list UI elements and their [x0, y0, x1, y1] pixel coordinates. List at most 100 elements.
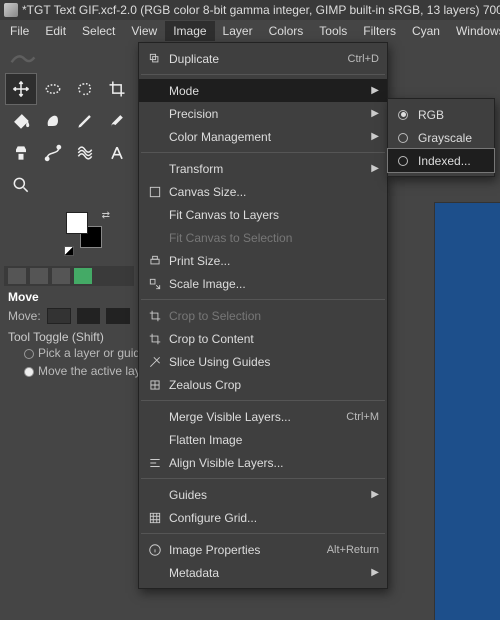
- menu-item-duplicate[interactable]: DuplicateCtrl+D: [139, 47, 387, 70]
- menu-item-metadata[interactable]: Metadata▶: [139, 561, 387, 584]
- menu-separator: [141, 74, 385, 75]
- tool-ellipse-select[interactable]: [38, 74, 68, 104]
- menu-item-precision[interactable]: Precision▶: [139, 102, 387, 125]
- tool-clone[interactable]: [6, 138, 36, 168]
- tool-options-title: Move: [4, 286, 134, 306]
- menu-colors[interactable]: Colors: [261, 21, 312, 41]
- submenu-mode[interactable]: RGBGrayscaleIndexed...: [387, 98, 495, 177]
- crop-icon: [145, 332, 165, 346]
- shortcut: Alt+Return: [327, 544, 379, 556]
- menu-windows[interactable]: Windows: [448, 21, 500, 41]
- crop-icon: [145, 309, 165, 323]
- tool-warp[interactable]: [70, 138, 100, 168]
- menu-item-zealous-crop[interactable]: Zealous Crop: [139, 373, 387, 396]
- menu-cyan[interactable]: Cyan: [404, 21, 448, 41]
- swap-colors-icon[interactable]: ⇄: [102, 210, 110, 221]
- app-icon: [4, 3, 18, 17]
- submenu-arrow-icon: ▶: [367, 85, 379, 96]
- tool-text[interactable]: [102, 138, 132, 168]
- menu-item-slice-using-guides[interactable]: Slice Using Guides: [139, 350, 387, 373]
- menu-item-guides[interactable]: Guides▶: [139, 483, 387, 506]
- move-target-path[interactable]: [106, 308, 130, 324]
- menu-layer[interactable]: Layer: [215, 21, 261, 41]
- menu-file[interactable]: File: [2, 21, 37, 41]
- scale-icon: [145, 277, 165, 291]
- tool-grid: [4, 74, 134, 200]
- menu-tools[interactable]: Tools: [311, 21, 355, 41]
- tool-options-mode-row: Move:: [4, 306, 134, 326]
- menu-item-canvas-size[interactable]: Canvas Size...: [139, 180, 387, 203]
- menu-item-flatten-image[interactable]: Flatten Image: [139, 428, 387, 451]
- info-icon: [145, 543, 165, 557]
- tool-paths[interactable]: [38, 138, 68, 168]
- move-label: Move:: [8, 309, 41, 323]
- menu-item-scale-image[interactable]: Scale Image...: [139, 272, 387, 295]
- menu-item-crop-to-selection: Crop to Selection: [139, 304, 387, 327]
- mode-option-indexed[interactable]: Indexed...: [388, 149, 494, 172]
- dock-tabs[interactable]: [4, 266, 134, 286]
- menu-separator: [141, 299, 385, 300]
- tool-bucket-fill[interactable]: [6, 106, 36, 136]
- menu-item-print-size[interactable]: Print Size...: [139, 249, 387, 272]
- canvas-icon: [145, 185, 165, 199]
- submenu-arrow-icon: ▶: [367, 131, 379, 142]
- radio-icon: [394, 110, 414, 120]
- zealous-icon: [145, 378, 165, 392]
- tool-toggle-label: Tool Toggle (Shift): [4, 326, 134, 344]
- dock-tab-3[interactable]: [52, 268, 70, 284]
- tool-free-select[interactable]: [70, 74, 100, 104]
- tool-paintbrush[interactable]: [102, 106, 132, 136]
- menu-item-crop-to-content[interactable]: Crop to Content: [139, 327, 387, 350]
- slice-icon: [145, 355, 165, 369]
- menu-item-configure-grid[interactable]: Configure Grid...: [139, 506, 387, 529]
- default-colors-icon[interactable]: [64, 246, 74, 256]
- tool-pencil[interactable]: [70, 106, 100, 136]
- menu-separator: [141, 478, 385, 479]
- tool-smudge[interactable]: [38, 106, 68, 136]
- title-bar: *TGT Text GIF.xcf-2.0 (RGB color 8-bit g…: [0, 0, 500, 20]
- menu-item-merge-visible-layers[interactable]: Merge Visible Layers...Ctrl+M: [139, 405, 387, 428]
- shortcut: Ctrl+D: [348, 53, 379, 65]
- menu-image[interactable]: Image: [165, 21, 214, 41]
- radio-pick-layer[interactable]: Pick a layer or guide: [4, 344, 134, 362]
- tool-crop[interactable]: [102, 74, 132, 104]
- image-canvas[interactable]: [434, 202, 500, 620]
- submenu-arrow-icon: ▶: [367, 108, 379, 119]
- move-target-layer[interactable]: [47, 308, 71, 324]
- menu-item-align-visible-layers[interactable]: Align Visible Layers...: [139, 451, 387, 474]
- dock-tab-1[interactable]: [8, 268, 26, 284]
- dock-tab-2[interactable]: [30, 268, 48, 284]
- color-swatches[interactable]: ⇄: [66, 212, 108, 254]
- duplicate-icon: [145, 52, 165, 66]
- menu-item-transform[interactable]: Transform▶: [139, 157, 387, 180]
- menu-item-fit-canvas-to-layers[interactable]: Fit Canvas to Layers: [139, 203, 387, 226]
- dock-tab-4[interactable]: [74, 268, 92, 284]
- submenu-arrow-icon: ▶: [367, 489, 379, 500]
- radio-move-active[interactable]: Move the active layer: [4, 362, 134, 380]
- grid-icon: [145, 511, 165, 525]
- gimp-logo: [4, 48, 134, 74]
- menu-view[interactable]: View: [123, 21, 165, 41]
- menu-separator: [141, 152, 385, 153]
- menu-image[interactable]: DuplicateCtrl+D Mode▶Precision▶Color Mana…: [138, 42, 388, 589]
- radio-icon: [394, 156, 414, 166]
- radio-icon: [394, 133, 414, 143]
- toolbox-panel: ⇄ Move Move: Tool Toggle (Shift) Pick a …: [0, 42, 138, 620]
- menu-separator: [141, 533, 385, 534]
- shortcut: Ctrl+M: [346, 411, 379, 423]
- menu-item-image-properties[interactable]: Image PropertiesAlt+Return: [139, 538, 387, 561]
- fg-color[interactable]: [66, 212, 88, 234]
- menu-filters[interactable]: Filters: [355, 21, 404, 41]
- move-target-selection[interactable]: [77, 308, 101, 324]
- menu-item-mode[interactable]: Mode▶: [139, 79, 387, 102]
- menu-edit[interactable]: Edit: [37, 21, 74, 41]
- mode-option-rgb[interactable]: RGB: [388, 103, 494, 126]
- align-icon: [145, 456, 165, 470]
- menu-bar[interactable]: FileEditSelectViewImageLayerColorsToolsF…: [0, 20, 500, 42]
- menu-select[interactable]: Select: [74, 21, 123, 41]
- mode-option-grayscale[interactable]: Grayscale: [388, 126, 494, 149]
- tool-move[interactable]: [6, 74, 36, 104]
- menu-item-color-management[interactable]: Color Management▶: [139, 125, 387, 148]
- menu-separator: [141, 400, 385, 401]
- tool-zoom[interactable]: [6, 170, 36, 200]
